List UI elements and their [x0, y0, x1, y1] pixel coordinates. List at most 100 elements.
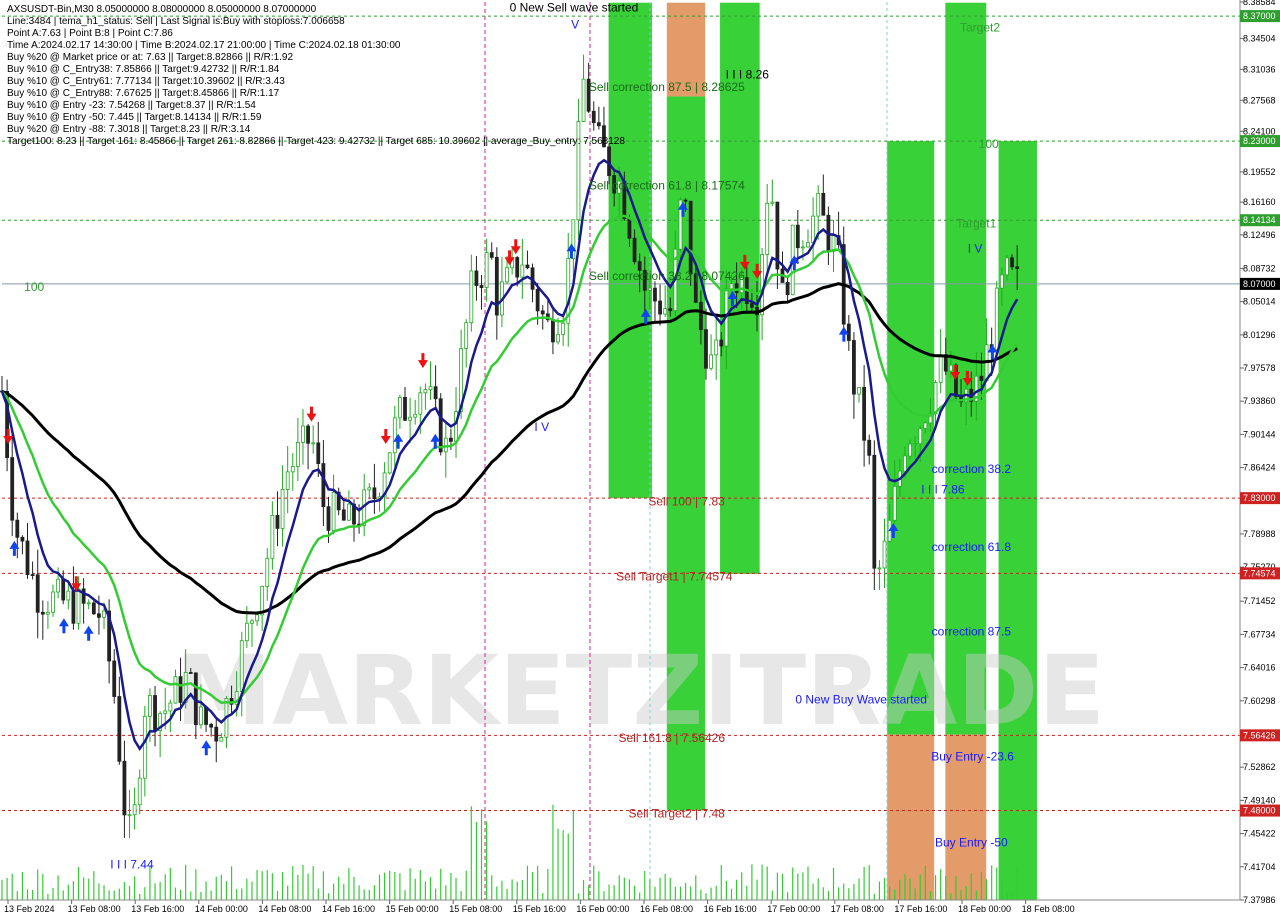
chart-annotation: correction 87.5 [932, 625, 1012, 639]
candle-body [275, 514, 280, 529]
chart-annotation: 0 New Buy Wave started [795, 692, 927, 706]
candle-body [709, 354, 713, 369]
candle-body [423, 389, 428, 394]
chart-annotation: 100 [979, 137, 999, 151]
info-line: Time A:2024.02.17 14:30:00 | Time B:2024… [7, 40, 401, 51]
candle-body [714, 339, 719, 356]
candle-body [214, 726, 219, 742]
price-tick-label: 7.71452 [1243, 596, 1276, 606]
time-tick-label: 13 Feb 08:00 [68, 904, 121, 914]
candle-body [1010, 257, 1014, 268]
price-tick-label: 7.86424 [1243, 463, 1276, 473]
info-line: Point A:7.63 | Point B:8 | Point C:7.86 [7, 28, 173, 39]
candle-body [948, 364, 953, 372]
candle-body [311, 442, 316, 445]
candle-body [25, 540, 30, 575]
candle-body [346, 503, 351, 521]
signal-zone [887, 734, 935, 900]
candle-body [61, 578, 66, 601]
time-tick-label: 14 Feb 00:00 [195, 904, 248, 914]
price-tick-label: 8.08732 [1243, 263, 1276, 273]
time-tick-label: 15 Feb 08:00 [449, 904, 502, 914]
chart-annotation: Sell correction 38.2 | 8.07426 [589, 269, 745, 283]
candle-body [821, 192, 826, 216]
candle-body [188, 672, 193, 674]
candle-body [71, 590, 76, 624]
candle-body [591, 110, 596, 124]
candle-body [331, 491, 336, 531]
chart-annotation: correction 61.8 [932, 540, 1012, 554]
candle-body [10, 457, 15, 521]
candle-body [994, 287, 999, 351]
candle-body [938, 354, 943, 383]
candle-body [540, 310, 545, 315]
candle-body [372, 487, 377, 500]
candle-body [561, 322, 566, 335]
candle-body [892, 485, 897, 521]
candle-body [102, 610, 106, 618]
info-line: Target100: 8.23 || Target 161: 8.45866 |… [7, 136, 625, 147]
candle-body [903, 455, 907, 472]
signal-zone [608, 2, 652, 499]
candle-body [142, 715, 147, 779]
chart-annotation: Target2 [960, 20, 1000, 34]
candle-body [137, 777, 142, 806]
candle-body [1005, 257, 1009, 276]
candle-body [653, 287, 657, 302]
candle-body [734, 283, 739, 294]
candle-body [979, 375, 984, 381]
candle-body [596, 122, 601, 127]
candle-body [428, 386, 433, 391]
price-tick-label: 7.60298 [1243, 696, 1276, 706]
candle-body [321, 463, 326, 508]
candle-body [51, 591, 55, 613]
info-line: Buy %10 @ C_Entry61: 7.77134 || Target:1… [7, 76, 285, 87]
candle-body [704, 329, 708, 369]
time-tick-label: 14 Feb 08:00 [258, 904, 311, 914]
candle-body [81, 588, 86, 604]
candle-body [698, 301, 703, 331]
candle-body [35, 574, 40, 613]
price-tick-label: 7.41704 [1243, 862, 1276, 872]
candle-body [464, 322, 469, 349]
candle-body [280, 489, 285, 529]
candle-body [66, 590, 71, 601]
price-tick-label: 7.49140 [1243, 795, 1276, 805]
candle-body [244, 622, 249, 642]
candle-body [30, 574, 35, 576]
info-line: Buy %10 @ C_Entry38: 7.85866 || Target:9… [7, 64, 280, 75]
chart-annotation: I V [534, 420, 549, 434]
candle-body [418, 392, 423, 415]
chart-annotation: Sell 100 | 7.83 [648, 494, 725, 508]
candle-body [632, 237, 637, 263]
candle-body [40, 611, 45, 615]
candle-body [387, 452, 392, 474]
candle-body [801, 246, 805, 249]
candle-body [117, 696, 122, 762]
candle-body [301, 425, 305, 443]
time-tick-label: 16 Feb 00:00 [576, 904, 629, 914]
info-line: Buy %20 @ Market price or at: 7.63 || Ta… [7, 52, 294, 63]
candle-body [729, 283, 734, 290]
chart-annotation: Sell Target2 | 7.48 [629, 807, 726, 821]
candle-body [627, 218, 632, 239]
candle-body [132, 804, 137, 816]
chart-annotation: V [571, 18, 579, 32]
candle-body [816, 192, 821, 217]
time-tick-label: 17 Feb 08:00 [831, 904, 884, 914]
price-tick-label: 7.67734 [1243, 629, 1276, 639]
price-tick-label: 7.64016 [1243, 663, 1276, 673]
candle-body [163, 710, 168, 715]
candle-body [489, 252, 494, 258]
candle-body [525, 264, 530, 269]
candle-body [811, 215, 816, 244]
price-level-tag-label: 7.83000 [1243, 493, 1276, 503]
candle-body [91, 602, 96, 615]
candle-body [923, 422, 928, 429]
price-tick-label: 8.34504 [1243, 33, 1276, 43]
candle-body [433, 386, 438, 400]
candle-body [178, 676, 183, 703]
candle-body [484, 252, 489, 288]
candle-body [56, 578, 61, 593]
chart-annotation: Sell 161.8 | 7.56426 [618, 731, 725, 745]
